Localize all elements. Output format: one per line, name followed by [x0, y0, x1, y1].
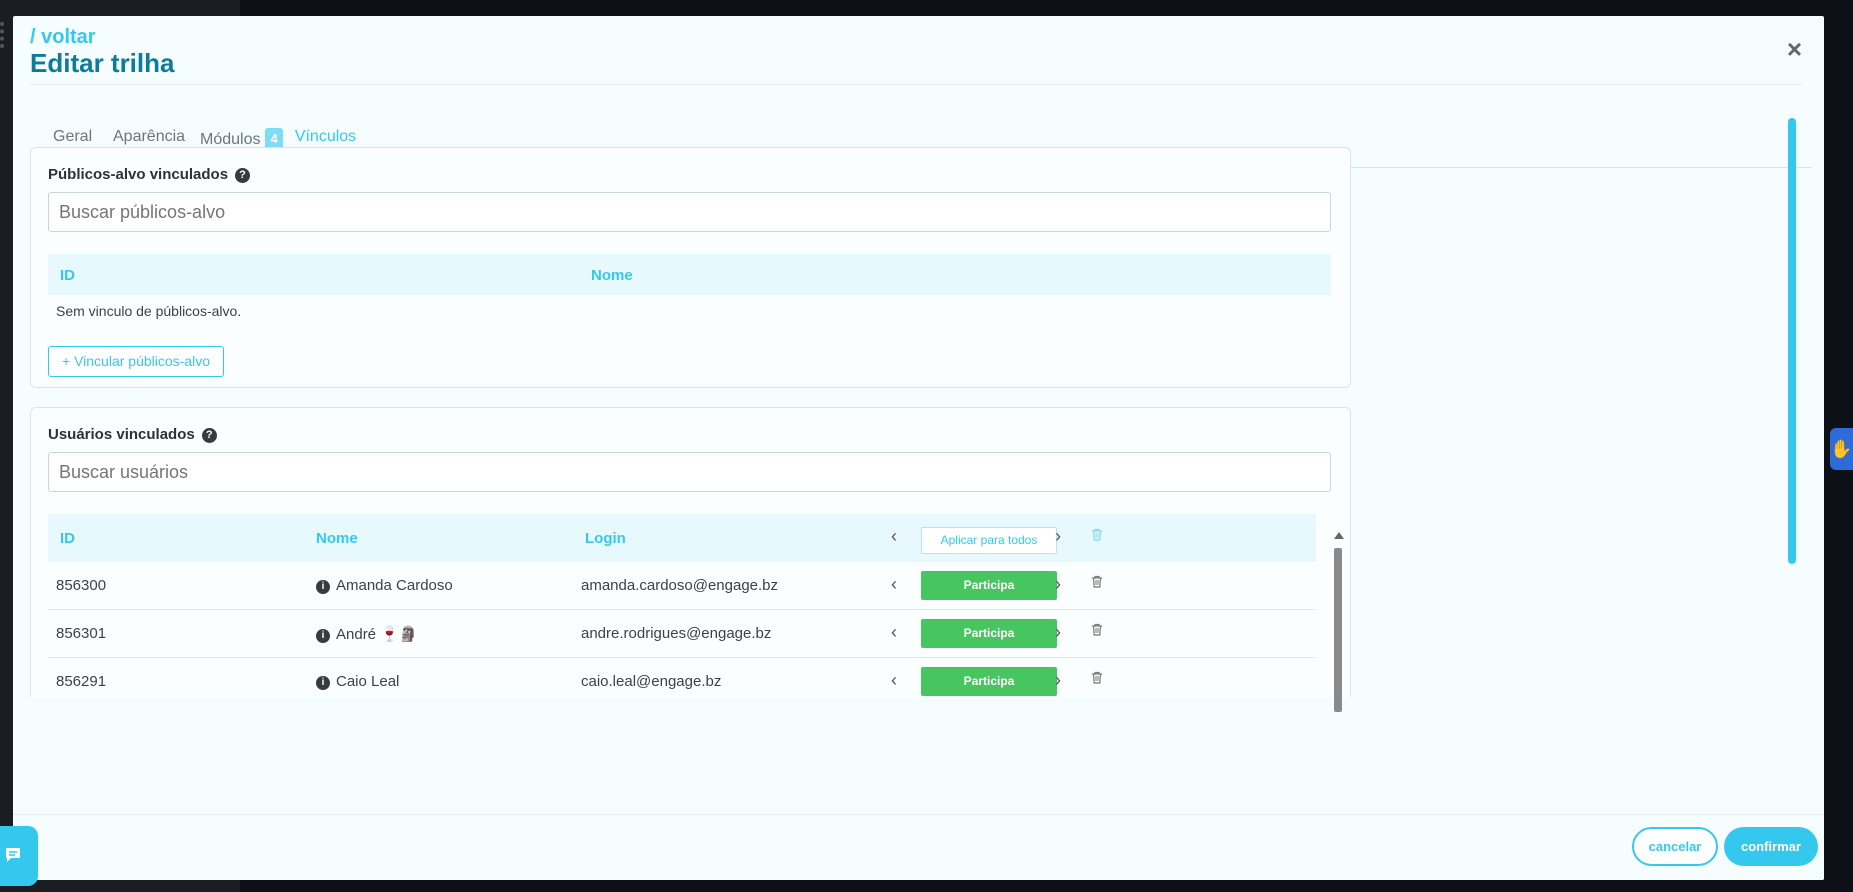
trash-icon[interactable] [1091, 575, 1103, 593]
user-name-cell: i Amanda Cardoso [316, 577, 453, 594]
scrollbar-thumb[interactable] [1334, 548, 1342, 712]
chevron-right-icon[interactable]: › [1055, 526, 1061, 547]
header-divider [30, 84, 1802, 85]
sign-language-widget[interactable]: ✋ [1830, 428, 1853, 470]
status-button[interactable]: Participa [921, 619, 1057, 648]
audiences-search-input[interactable] [48, 192, 1331, 232]
chevron-left-icon[interactable]: ‹ [891, 670, 897, 691]
chevron-left-icon[interactable]: ‹ [891, 574, 897, 595]
chat-widget[interactable] [0, 826, 38, 886]
info-icon[interactable]: i [316, 580, 330, 594]
audiences-table-header: ID Nome [48, 254, 1331, 295]
user-id: 856300 [56, 577, 107, 594]
modal-footer: cancelar confirmar [13, 814, 1824, 880]
backdrop-menu-icon [0, 22, 12, 48]
table-row: 856300 i Amanda Cardoso amanda.cardoso@en… [48, 562, 1316, 610]
user-login: amanda.cardoso@engage.bz [581, 577, 779, 594]
column-header-name: Nome [591, 267, 633, 284]
info-icon[interactable]: i [316, 676, 330, 690]
table-row: 856301 i André 🍷🗿 andre.rodrigues@engage.… [48, 610, 1316, 658]
scroll-up-icon[interactable] [1334, 532, 1344, 539]
audiences-title-text: Públicos-alvo vinculados [48, 166, 229, 183]
chevron-right-icon[interactable]: › [1055, 670, 1061, 691]
user-id: 856291 [56, 673, 107, 690]
user-name: André 🍷🗿 [336, 626, 418, 643]
status-button[interactable]: Participa [921, 571, 1057, 600]
users-card: Usuários vinculados? ID Nome Login ‹ Apl… [30, 407, 1351, 712]
table-row: 856291 i Caio Leal caio.leal@engage.bz ‹ … [48, 658, 1316, 706]
chevron-left-icon[interactable]: ‹ [891, 622, 897, 643]
tab-label: Geral [53, 128, 93, 145]
audiences-card: Públicos-alvo vinculados? ID Nome Sem vi… [30, 147, 1351, 388]
modules-count-badge: 4 [265, 128, 283, 149]
users-title-text: Usuários vinculados [48, 426, 195, 443]
column-header-login: Login [585, 530, 626, 547]
users-title: Usuários vinculados? [48, 426, 217, 443]
user-login: andre.rodrigues@engage.bz [581, 625, 772, 642]
user-name: Caio Leal [336, 673, 400, 690]
delete-all-icon[interactable] [1091, 528, 1103, 546]
close-icon[interactable]: × [1787, 34, 1802, 65]
user-name-cell: i Caio Leal [316, 673, 399, 690]
chevron-right-icon[interactable]: › [1055, 622, 1061, 643]
tab-label: Aparência [113, 128, 186, 145]
chat-icon [6, 848, 20, 862]
user-id: 856301 [56, 625, 107, 642]
link-audiences-button[interactable]: + Vincular públicos-alvo [48, 346, 224, 377]
help-icon[interactable]: ? [235, 168, 251, 183]
chevron-left-icon[interactable]: ‹ [891, 526, 897, 547]
trash-icon[interactable] [1091, 623, 1103, 641]
hand-icon: ✋ [1830, 439, 1853, 459]
back-link[interactable]: / voltar [30, 26, 96, 49]
edit-trail-modal: / voltar Editar trilha × Geral Aparência… [13, 16, 1824, 880]
audiences-empty-message: Sem vinculo de públicos-alvo. [56, 303, 242, 319]
page-title: Editar trilha [30, 48, 175, 78]
status-button[interactable]: Participa [921, 667, 1057, 696]
help-icon[interactable]: ? [201, 428, 217, 443]
apply-to-all-button[interactable]: Aplicar para todos [921, 527, 1057, 554]
tab-label: Vínculos [294, 128, 357, 145]
users-table-scrollbar[interactable] [1333, 532, 1344, 712]
audiences-title: Públicos-alvo vinculados? [48, 166, 251, 183]
cancel-button[interactable]: cancelar [1632, 827, 1718, 866]
users-search-input[interactable] [48, 452, 1331, 492]
user-name-cell: i André 🍷🗿 [316, 625, 418, 643]
confirm-button[interactable]: confirmar [1724, 827, 1818, 866]
tab-label: Módulos [200, 131, 261, 148]
chevron-right-icon[interactable]: › [1055, 574, 1061, 595]
modal-scrollbar[interactable] [1788, 118, 1796, 564]
users-table-header: ID Nome Login ‹ Aplicar para todos › [48, 514, 1316, 562]
trash-icon[interactable] [1091, 671, 1103, 689]
column-header-name: Nome [316, 530, 358, 547]
user-login: caio.leal@engage.bz [581, 673, 722, 690]
column-header-id: ID [60, 530, 75, 547]
info-icon[interactable]: i [316, 629, 330, 643]
column-header-id: ID [60, 267, 75, 284]
user-name: Amanda Cardoso [336, 577, 453, 594]
